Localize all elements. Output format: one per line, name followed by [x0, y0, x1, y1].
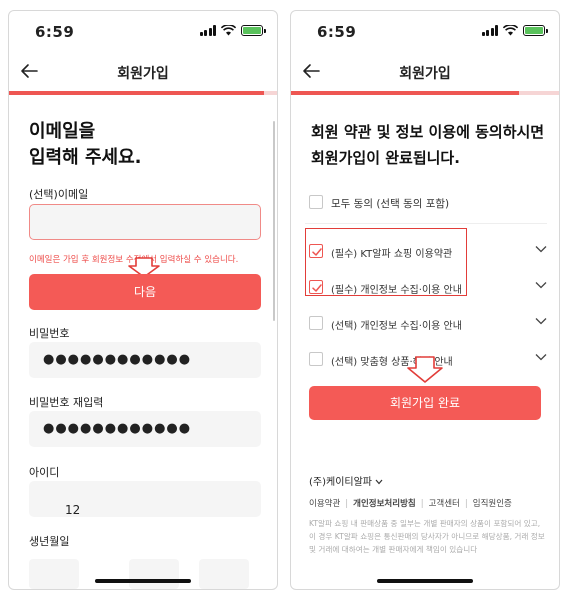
progress-bar	[291, 91, 559, 95]
battery-icon	[523, 25, 548, 36]
required-terms-highlight	[305, 228, 467, 296]
heading-line-2: 회원가입이 완료됩니다.	[311, 149, 460, 167]
status-bar: 6:59	[291, 11, 559, 53]
chevron-down-icon[interactable]	[535, 353, 547, 361]
footer-link-terms[interactable]: 이용약관	[309, 499, 340, 509]
footer-link-support[interactable]: 고객센터	[429, 499, 460, 509]
nav-header: 회원가입	[291, 53, 559, 91]
chevron-down-icon	[375, 479, 383, 485]
complete-signup-button[interactable]: 회원가입 완료	[309, 386, 541, 420]
agree-all-row[interactable]: 모두 동의 (선택 동의 포함)	[309, 185, 549, 219]
user-id-label: 아이디	[29, 466, 60, 479]
nav-header: 회원가입	[9, 53, 277, 91]
email-label: (선택)이메일	[29, 188, 89, 201]
agree-all-label: 모두 동의 (선택 동의 포함)	[331, 198, 450, 210]
progress-fill	[9, 91, 264, 95]
next-button[interactable]: 다음	[29, 274, 261, 310]
password-value: ●●●●●●●●●●●●	[43, 352, 192, 367]
battery-icon	[241, 25, 266, 36]
birth-year-field[interactable]	[29, 559, 79, 589]
terms-label: (선택) 개인정보 수집·이용 안내	[331, 321, 462, 332]
page-title: 회원가입	[117, 66, 169, 82]
chevron-down-icon[interactable]	[535, 281, 547, 289]
footer-link-privacy[interactable]: 개인정보처리방침	[353, 499, 416, 509]
company-name[interactable]: (주)케이티알파	[309, 473, 383, 488]
birth-label: 생년월일	[29, 535, 70, 548]
email-field[interactable]	[29, 204, 261, 240]
wifi-icon	[221, 25, 236, 36]
heading-line-1: 회원 약관 및 정보 이용에 동의하시면	[311, 123, 545, 141]
password-confirm-value: ●●●●●●●●●●●●	[43, 421, 192, 436]
wifi-icon	[503, 25, 518, 36]
signal-icon	[199, 25, 216, 36]
chevron-down-icon[interactable]	[535, 317, 547, 325]
progress-bar	[9, 91, 277, 95]
home-indicator	[377, 579, 473, 583]
signup-terms-screen: 6:59 회원가입 회원 약관 및 정보 이용에 동의하시면 회원가입이 완료됩…	[290, 10, 560, 590]
status-time: 6:59	[35, 23, 75, 41]
signup-email-screen: 6:59 회원가입 이메일을 입력해 주세요. (선택)이메일 이메일은 가입 …	[8, 10, 278, 590]
footer-link-employee[interactable]: 임직원인증	[473, 499, 512, 509]
home-indicator	[95, 579, 191, 583]
terms-checkbox[interactable]	[309, 352, 323, 366]
progress-fill	[291, 91, 519, 95]
footer-links: 이용약관 | 개인정보처리방침 | 고객센터 | 임직원인증	[309, 499, 512, 509]
page-title: 회원가입	[399, 66, 451, 82]
user-id-field[interactable]	[29, 481, 261, 517]
signal-icon	[481, 25, 498, 36]
password-label: 비밀번호	[29, 327, 70, 340]
user-id-value: 12	[65, 503, 81, 517]
birth-day-field[interactable]	[199, 559, 249, 589]
terms-checkbox[interactable]	[309, 316, 323, 330]
heading-line-2: 입력해 주세요.	[29, 147, 142, 168]
company-label: (주)케이티알파	[309, 477, 373, 488]
password-confirm-label: 비밀번호 재입력	[29, 396, 104, 409]
divider	[305, 223, 547, 224]
down-arrow-icon	[407, 356, 443, 383]
terms-row[interactable]: (선택) 개인정보 수집·이용 안내	[309, 306, 549, 340]
birth-month-field[interactable]	[129, 559, 179, 589]
status-bar: 6:59	[9, 11, 277, 53]
heading-line-1: 이메일을	[29, 121, 96, 142]
scrollbar[interactable]	[273, 121, 275, 321]
chevron-down-icon[interactable]	[535, 245, 547, 253]
disclaimer-text: KT알파 쇼핑 내 판매상품 중 일부는 개별 판매자의 상품이 포함되어 있고…	[309, 519, 545, 554]
status-time: 6:59	[317, 23, 357, 41]
agree-all-checkbox[interactable]	[309, 195, 323, 209]
